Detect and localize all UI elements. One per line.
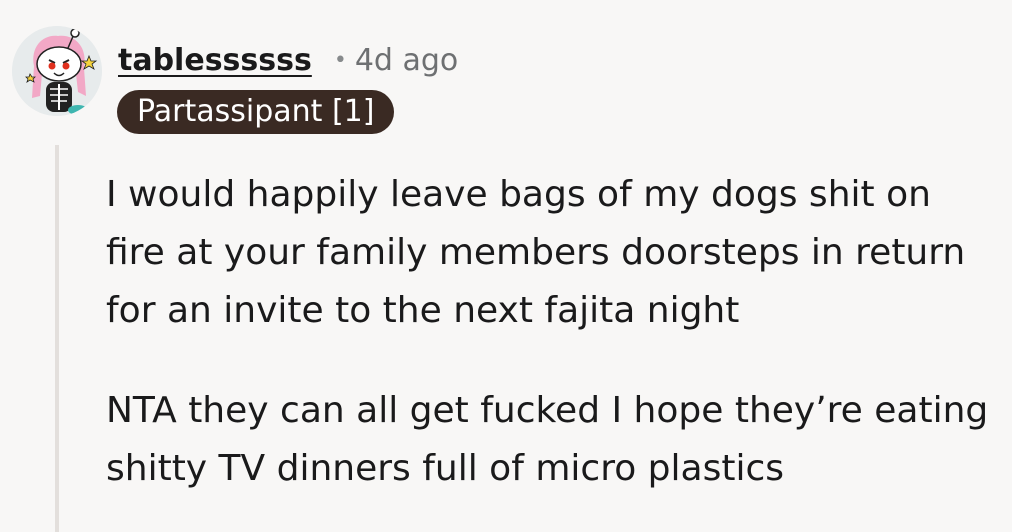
comment-timestamp[interactable]: 4d ago [355,43,458,78]
avatar[interactable] [12,26,102,116]
snoo-skeleton-avatar-icon [12,26,102,116]
comment-body: I would happily leave bags of my dogs sh… [106,166,996,498]
comment-paragraph: NTA they can all get fucked I hope they’… [106,390,989,489]
comment-meta: tablessssss • 4d ago [118,38,458,82]
user-flair-badge: Partassipant [1] [117,90,395,134]
meta-separator: • [333,47,347,73]
thread-line[interactable] [55,145,59,532]
username-link[interactable]: tablessssss [118,43,312,78]
comment-paragraph: I would happily leave bags of my dogs sh… [106,174,966,331]
